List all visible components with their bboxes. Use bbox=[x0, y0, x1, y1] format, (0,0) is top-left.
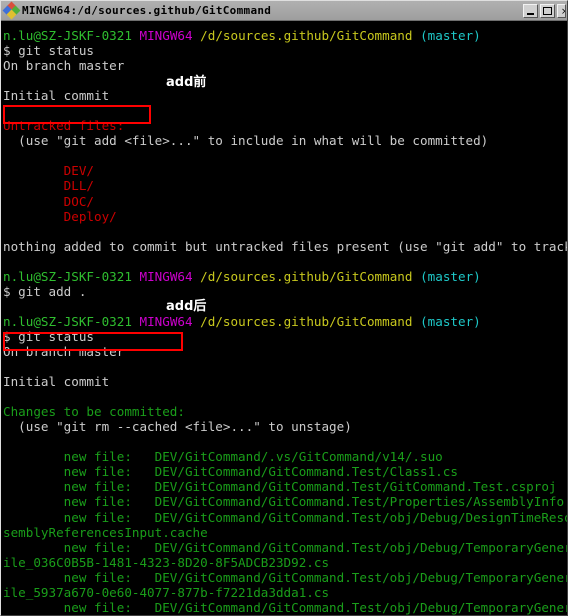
prompt-host: MINGW64 bbox=[139, 313, 193, 329]
terminal-output-line: On branch master bbox=[3, 58, 567, 73]
terminal-output-line: new file: DEV/GitCommand/GitCommand.Test… bbox=[3, 540, 567, 555]
terminal-output-line: ile_036C0B5B-1481-4323-8D20-8F5ADCB23D92… bbox=[3, 555, 567, 570]
terminal-prompt-line: n.lu@SZ-JSKF-0321 MINGW64 /d/sources.git… bbox=[3, 269, 567, 284]
prompt-branch: (master) bbox=[420, 268, 481, 284]
output-text: ile_5937a670-0e60-4077-877b-f7221da3dda1… bbox=[3, 584, 330, 600]
output-text: (use "git rm --cached <file>..." to unst… bbox=[3, 419, 352, 435]
prompt-user: n.lu@SZ-JSKF-0321 bbox=[3, 268, 132, 284]
title-bar[interactable]: MINGW64:/d/sources.github/GitCommand × bbox=[1, 1, 567, 21]
terminal-output-line: new file: DEV/GitCommand/GitCommand.Test… bbox=[3, 494, 567, 509]
sep bbox=[132, 269, 140, 284]
command-text: $ git add . bbox=[3, 283, 87, 299]
output-text: new file: DEV/GitCommand/GitCommand.Test… bbox=[3, 599, 567, 615]
output-text: ile_036C0B5B-1481-4323-8D20-8F5ADCB23D92… bbox=[3, 554, 330, 570]
sep bbox=[412, 28, 420, 43]
terminal-command-line: $ git add . bbox=[3, 284, 567, 299]
window-title: MINGW64:/d/sources.github/GitCommand bbox=[22, 3, 272, 17]
terminal-output-line: nothing added to commit but untracked fi… bbox=[3, 239, 567, 254]
sep bbox=[412, 314, 420, 329]
terminal-content[interactable]: n.lu@SZ-JSKF-0321 MINGW64 /d/sources.git… bbox=[1, 22, 567, 615]
annotation-after-add: add后 bbox=[164, 295, 209, 314]
output-text: Changes to be committed: bbox=[3, 404, 185, 420]
terminal-output-line: DEV/ bbox=[3, 163, 567, 178]
terminal-output-line: new file: DEV/GitCommand/.vs/GitCommand/… bbox=[3, 449, 567, 464]
window-controls: × bbox=[523, 3, 566, 18]
close-icon: × bbox=[561, 7, 565, 16]
terminal-output-line: DOC/ bbox=[3, 194, 567, 209]
terminal-output-line: (use "git rm --cached <file>..." to unst… bbox=[3, 419, 567, 434]
maximize-button[interactable] bbox=[540, 3, 555, 18]
command-text: $ git status bbox=[3, 43, 94, 59]
prompt-branch: (master) bbox=[420, 28, 481, 43]
output-text: On branch master bbox=[3, 343, 125, 359]
sep bbox=[412, 269, 420, 284]
output-text: (use "git add <file>..." to include in w… bbox=[3, 133, 489, 149]
output-text: new file: DEV/GitCommand/.vs/GitCommand/… bbox=[3, 449, 443, 465]
terminal-output-line: Initial commit bbox=[3, 374, 567, 389]
prompt-host: MINGW64 bbox=[139, 28, 193, 43]
prompt-user: n.lu@SZ-JSKF-0321 bbox=[3, 313, 132, 329]
prompt-path: /d/sources.github/GitCommand bbox=[200, 268, 413, 284]
output-text: semblyReferencesInput.cache bbox=[3, 524, 208, 540]
close-button[interactable]: × bbox=[557, 3, 566, 18]
terminal-output-line: new file: DEV/GitCommand/GitCommand.Test… bbox=[3, 510, 567, 525]
output-text: On branch master bbox=[3, 58, 125, 74]
terminal-output-line: (use "git add <file>..." to include in w… bbox=[3, 133, 567, 148]
output-text: DEV/ bbox=[3, 163, 94, 179]
terminal-output-line: new file: DEV/GitCommand/GitCommand.Test… bbox=[3, 464, 567, 479]
terminal-screen: n.lu@SZ-JSKF-0321 MINGW64 /d/sources.git… bbox=[3, 28, 567, 615]
output-text: DOC/ bbox=[3, 193, 94, 209]
annotation-before-add: add前 bbox=[164, 71, 209, 90]
output-text: new file: DEV/GitCommand/GitCommand.Test… bbox=[3, 494, 567, 510]
output-text: new file: DEV/GitCommand/GitCommand.Test… bbox=[3, 509, 567, 525]
output-text: Initial commit bbox=[3, 88, 110, 104]
output-text: new file: DEV/GitCommand/GitCommand.Test… bbox=[3, 479, 557, 495]
prompt-host: MINGW64 bbox=[139, 268, 193, 284]
terminal-output-line: Changes to be committed: bbox=[3, 404, 567, 419]
output-text: Deploy/ bbox=[3, 208, 117, 224]
output-text: Initial commit bbox=[3, 374, 110, 390]
prompt-path: /d/sources.github/GitCommand bbox=[200, 313, 413, 329]
sep bbox=[132, 28, 140, 43]
command-text: $ git status bbox=[3, 328, 94, 344]
terminal-window: MINGW64:/d/sources.github/GitCommand × n… bbox=[0, 0, 568, 616]
output-text: new file: DEV/GitCommand/GitCommand.Test… bbox=[3, 539, 567, 555]
terminal-output-line: semblyReferencesInput.cache bbox=[3, 525, 567, 540]
prompt-path: /d/sources.github/GitCommand bbox=[200, 28, 413, 43]
output-text: new file: DEV/GitCommand/GitCommand.Test… bbox=[3, 464, 458, 480]
terminal-output-line: Untracked files: bbox=[3, 118, 567, 133]
output-text: Untracked files: bbox=[3, 118, 125, 134]
terminal-output-line: new file: DEV/GitCommand/GitCommand.Test… bbox=[3, 570, 567, 585]
terminal-output-line: DLL/ bbox=[3, 178, 567, 193]
terminal-command-line: $ git status bbox=[3, 329, 567, 344]
terminal-command-line: $ git status bbox=[3, 43, 567, 58]
terminal-output-line: ile_5937a670-0e60-4077-877b-f7221da3dda1… bbox=[3, 585, 567, 600]
terminal-output-line: Deploy/ bbox=[3, 209, 567, 224]
terminal-output-line: new file: DEV/GitCommand/GitCommand.Test… bbox=[3, 479, 567, 494]
terminal-prompt-line: n.lu@SZ-JSKF-0321 MINGW64 /d/sources.git… bbox=[3, 28, 567, 43]
mintty-diamond-icon bbox=[2, 1, 20, 20]
output-text: nothing added to commit but untracked fi… bbox=[3, 238, 567, 254]
sep bbox=[132, 314, 140, 329]
output-text: new file: DEV/GitCommand/GitCommand.Test… bbox=[3, 569, 567, 585]
minimize-button[interactable] bbox=[523, 3, 538, 18]
output-text: DLL/ bbox=[3, 178, 94, 194]
terminal-prompt-line: n.lu@SZ-JSKF-0321 MINGW64 /d/sources.git… bbox=[3, 314, 567, 329]
terminal-output-line: new file: DEV/GitCommand/GitCommand.Test… bbox=[3, 600, 567, 615]
prompt-user: n.lu@SZ-JSKF-0321 bbox=[3, 28, 132, 43]
prompt-branch: (master) bbox=[420, 313, 481, 329]
terminal-output-line: On branch master bbox=[3, 344, 567, 359]
terminal-output-line: Initial commit bbox=[3, 88, 567, 103]
